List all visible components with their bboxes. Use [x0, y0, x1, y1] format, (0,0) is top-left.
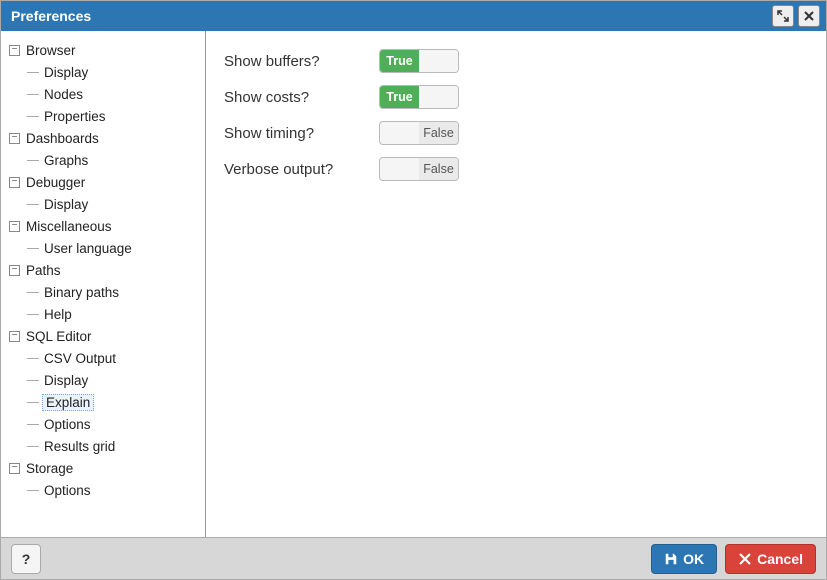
tree-node-debugger[interactable]: − Debugger: [9, 171, 201, 193]
tree-node-browser-properties[interactable]: Properties: [27, 105, 201, 127]
close-icon: [738, 552, 752, 566]
toggle-show-buffers[interactable]: True False: [379, 49, 459, 73]
expand-icon: [777, 10, 789, 22]
tree-node-sql-explain[interactable]: Explain: [27, 391, 201, 413]
maximize-button[interactable]: [772, 5, 794, 27]
help-icon: ?: [22, 551, 31, 567]
toggle-show-costs[interactable]: True False: [379, 85, 459, 109]
cancel-button[interactable]: Cancel: [725, 544, 816, 574]
collapse-icon[interactable]: −: [9, 265, 20, 276]
setting-show-costs: Show costs? True False: [224, 79, 808, 115]
settings-panel: Show buffers? True False Show costs? Tru…: [206, 31, 826, 537]
dialog-footer: ? OK Cancel: [1, 537, 826, 579]
tree-node-storage[interactable]: − Storage: [9, 457, 201, 479]
collapse-icon[interactable]: −: [9, 463, 20, 474]
preferences-tree: − Browser Display Nodes Properties − Das…: [1, 31, 206, 537]
setting-verbose-output: Verbose output? True False: [224, 151, 808, 187]
ok-button[interactable]: OK: [651, 544, 717, 574]
tree-node-browser-display[interactable]: Display: [27, 61, 201, 83]
tree-node-storage-options[interactable]: Options: [27, 479, 201, 501]
toggle-verbose-output[interactable]: True False: [379, 157, 459, 181]
titlebar: Preferences: [1, 1, 826, 31]
tree-node-sql-options[interactable]: Options: [27, 413, 201, 435]
setting-label: Show costs?: [224, 89, 379, 106]
preferences-dialog: Preferences − Browser Display No: [0, 0, 827, 580]
toggle-show-timing[interactable]: True False: [379, 121, 459, 145]
dialog-body: − Browser Display Nodes Properties − Das…: [1, 31, 826, 537]
close-button[interactable]: [798, 5, 820, 27]
collapse-icon[interactable]: −: [9, 177, 20, 188]
setting-show-buffers: Show buffers? True False: [224, 43, 808, 79]
collapse-icon[interactable]: −: [9, 331, 20, 342]
tree-node-miscellaneous[interactable]: − Miscellaneous: [9, 215, 201, 237]
close-icon: [803, 10, 815, 22]
tree-node-dashboards-graphs[interactable]: Graphs: [27, 149, 201, 171]
collapse-icon[interactable]: −: [9, 221, 20, 232]
setting-label: Show timing?: [224, 125, 379, 142]
collapse-icon[interactable]: −: [9, 133, 20, 144]
tree-node-sql-csv-output[interactable]: CSV Output: [27, 347, 201, 369]
tree-node-browser-nodes[interactable]: Nodes: [27, 83, 201, 105]
tree-node-paths-help[interactable]: Help: [27, 303, 201, 325]
collapse-icon[interactable]: −: [9, 45, 20, 56]
tree-node-sql-editor[interactable]: − SQL Editor: [9, 325, 201, 347]
setting-label: Verbose output?: [224, 161, 379, 178]
tree-node-sql-results-grid[interactable]: Results grid: [27, 435, 201, 457]
tree-node-sql-display[interactable]: Display: [27, 369, 201, 391]
tree-node-dashboards[interactable]: − Dashboards: [9, 127, 201, 149]
tree-node-paths-binary[interactable]: Binary paths: [27, 281, 201, 303]
window-title: Preferences: [11, 8, 768, 24]
setting-label: Show buffers?: [224, 53, 379, 70]
tree-node-paths[interactable]: − Paths: [9, 259, 201, 281]
save-icon: [664, 552, 678, 566]
help-button[interactable]: ?: [11, 544, 41, 574]
tree-node-debugger-display[interactable]: Display: [27, 193, 201, 215]
tree-node-browser[interactable]: − Browser: [9, 39, 201, 61]
tree-node-misc-user-language[interactable]: User language: [27, 237, 201, 259]
setting-show-timing: Show timing? True False: [224, 115, 808, 151]
